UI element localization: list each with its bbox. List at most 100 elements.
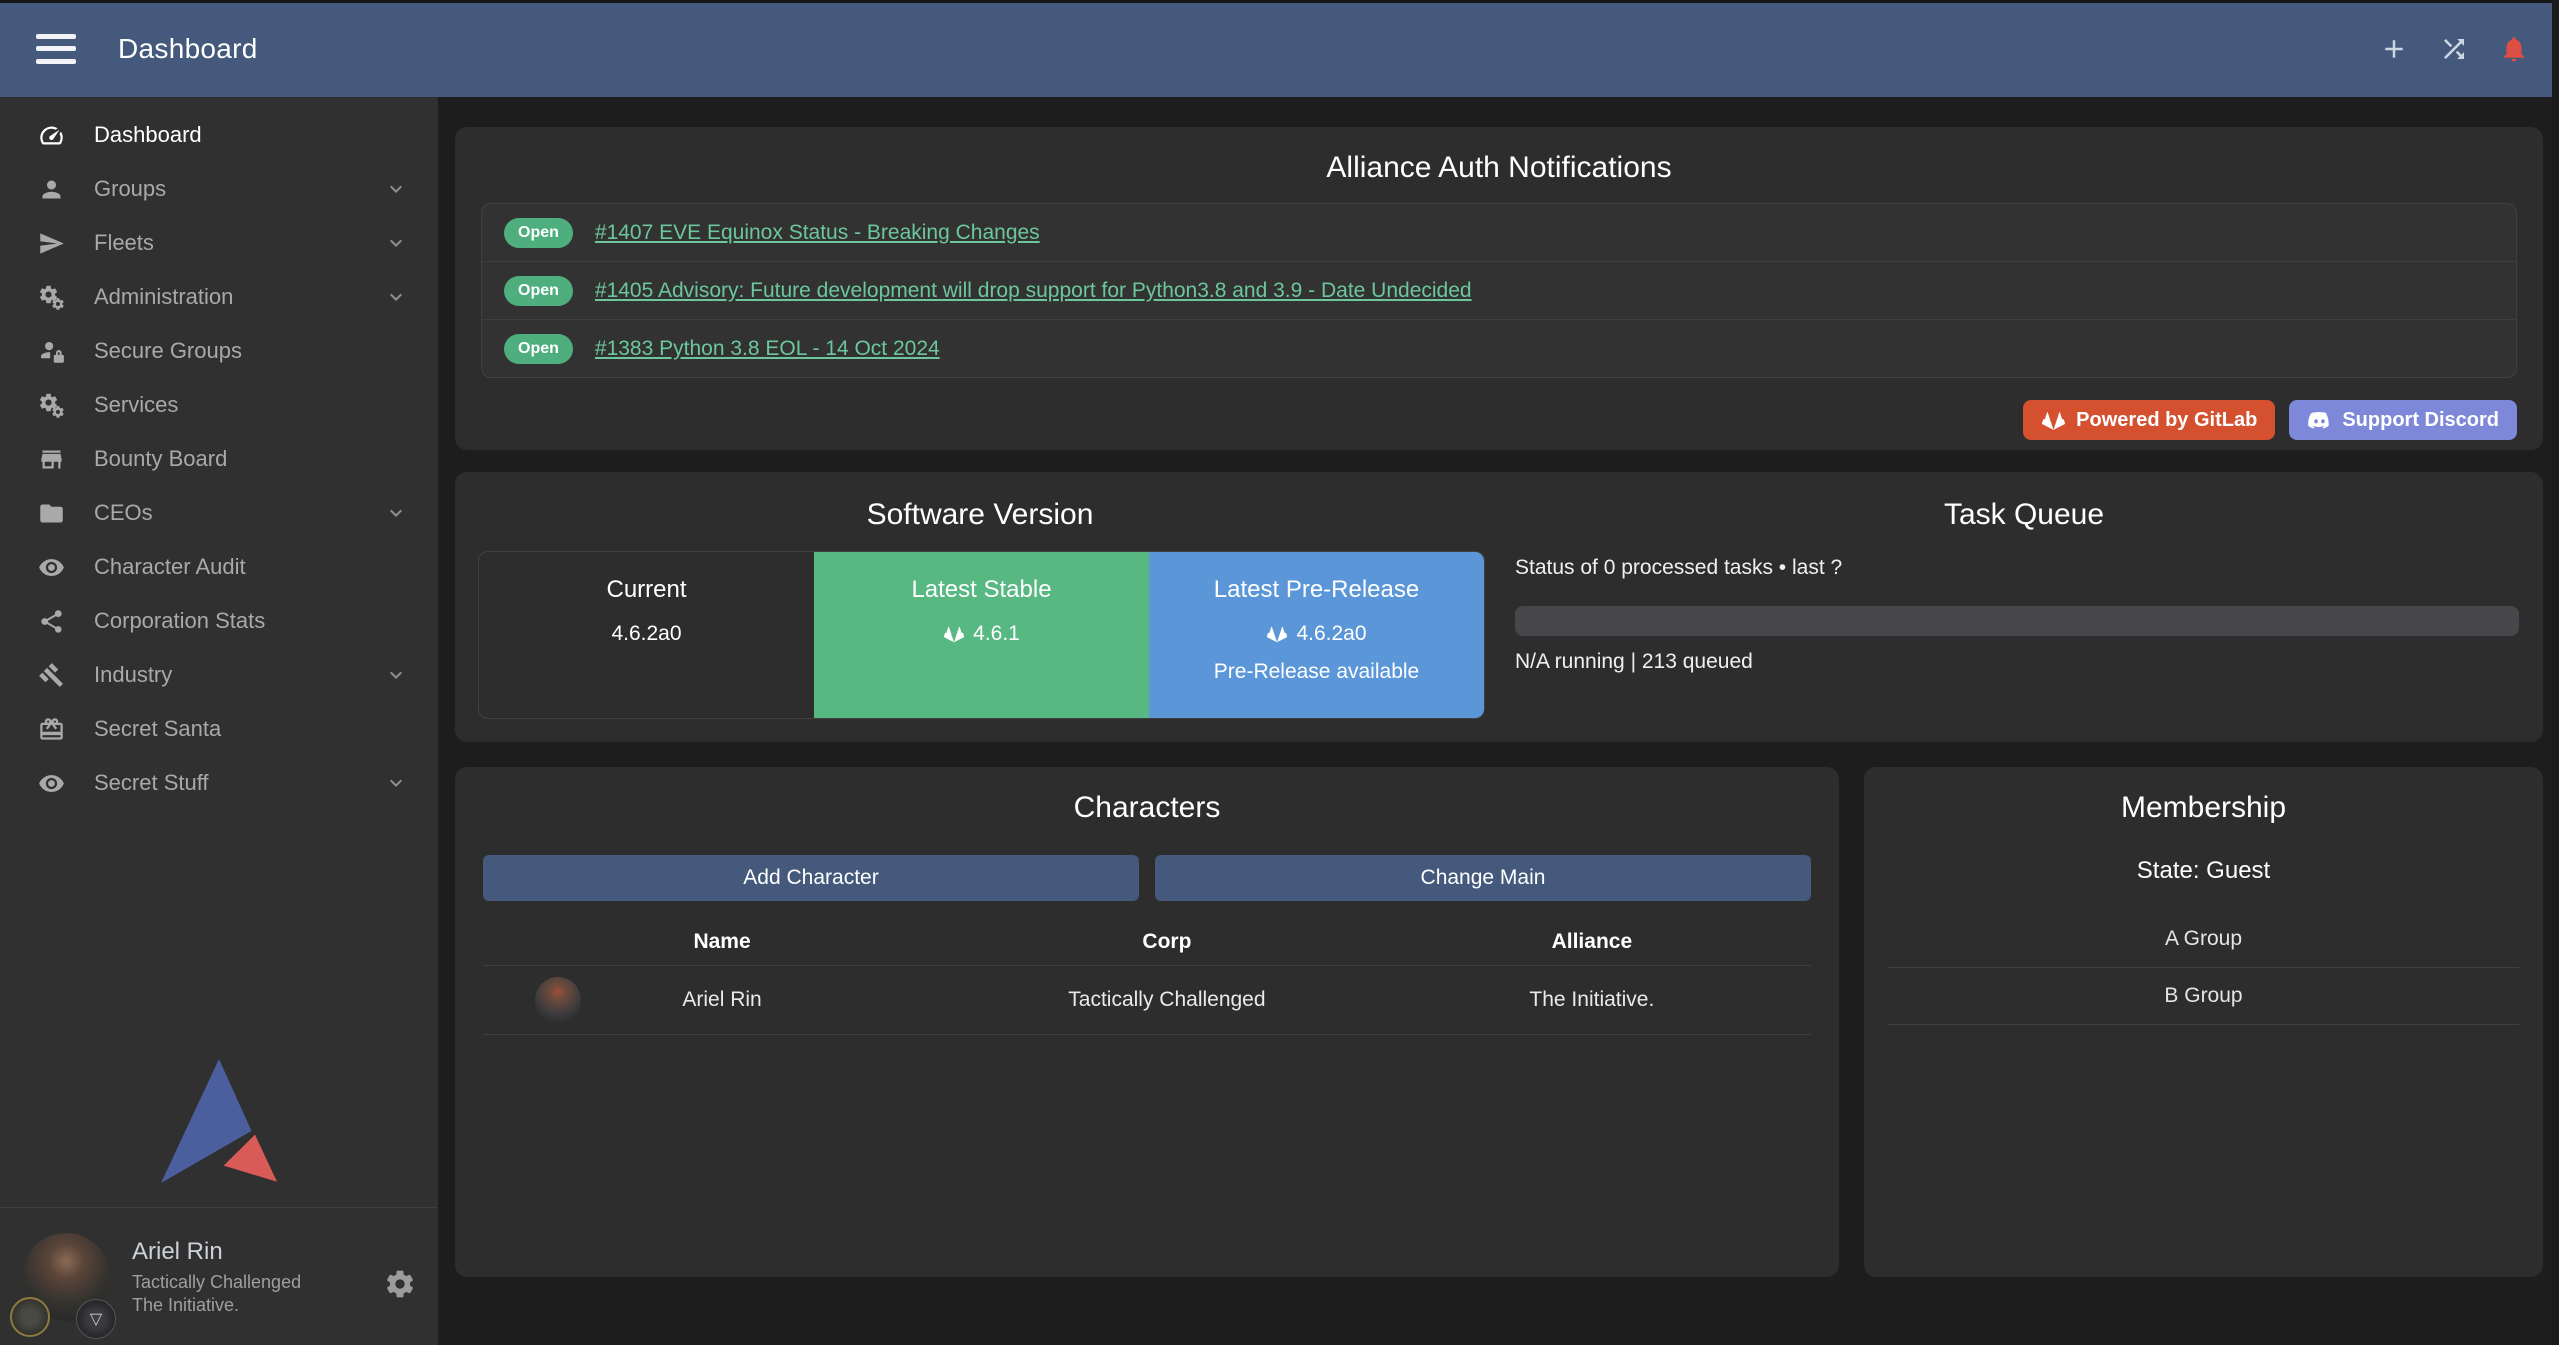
status-badge: Open [504, 276, 573, 306]
alliance-logo-badge: ▽ [76, 1299, 116, 1339]
sidebar-item-bounty-board[interactable]: Bounty Board [0, 432, 438, 486]
hammer-icon [34, 660, 68, 690]
shuffle-icon[interactable] [2437, 32, 2471, 66]
sidebar-item-label: Secret Santa [94, 716, 221, 742]
version-table: Current 4.6.2a0 Latest Stable 4.6.1 Late… [478, 551, 1485, 719]
sidebar-item-dashboard[interactable]: Dashboard [0, 108, 438, 162]
task-queue-status: Status of 0 processed tasks • last ? [1515, 556, 2519, 580]
cogs-icon [34, 390, 68, 420]
hamburger-menu-icon[interactable] [36, 34, 76, 64]
membership-state: State: Guest [1864, 857, 2543, 885]
scrollbar-track[interactable] [2552, 0, 2559, 1345]
characters-table: Name Corp Alliance Ariel Rin Tactically … [483, 919, 1811, 1035]
panel-title: Membership [1864, 767, 2543, 825]
sidebar-item-ceos[interactable]: CEOs [0, 486, 438, 540]
chevron-down-icon [384, 231, 408, 255]
sidebar-item-administration[interactable]: Administration [0, 270, 438, 324]
external-badges: Powered by GitLab Support Discord [2023, 400, 2517, 440]
list-item: Open #1383 Python 3.8 EOL - 14 Oct 2024 [482, 319, 2516, 377]
sidebar-item-secret-stuff[interactable]: Secret Stuff [0, 756, 438, 810]
change-main-button[interactable]: Change Main [1155, 855, 1811, 901]
sidebar-item-label: Industry [94, 662, 172, 688]
sidebar-item-secret-santa[interactable]: Secret Santa [0, 702, 438, 756]
sidebar: Dashboard Groups Fleets [0, 97, 438, 1345]
task-queue-title: Task Queue [1505, 498, 2543, 532]
sidebar-item-services[interactable]: Services [0, 378, 438, 432]
notification-link[interactable]: #1407 EVE Equinox Status - Breaking Chan… [595, 221, 1040, 245]
window-top-edge [0, 0, 2559, 3]
character-actions: Add Character Change Main [483, 855, 1811, 901]
sidebar-item-label: CEOs [94, 500, 153, 526]
alliance-auth-dashboard: Dashboard Dashboard [0, 0, 2559, 1345]
sidebar-item-label: Administration [94, 284, 233, 310]
user-corp: Tactically Challenged [132, 1271, 301, 1294]
folder-icon [34, 498, 68, 528]
sidebar-item-label: Bounty Board [94, 446, 227, 472]
user-avatar: ▽ [22, 1233, 110, 1321]
version-number: 4.6.2a0 [479, 622, 814, 646]
version-number[interactable]: 4.6.2a0 [1296, 622, 1366, 646]
alliance-auth-logo [0, 1059, 438, 1183]
character-row-portrait [535, 977, 581, 1023]
column-header-corp: Corp [961, 930, 1373, 954]
discord-badge[interactable]: Support Discord [2289, 400, 2517, 440]
bell-notification-icon[interactable] [2497, 32, 2531, 66]
version-cell-prerelease: Latest Pre-Release 4.6.2a0 Pre-Release a… [1149, 552, 1484, 718]
list-item: Open #1405 Advisory: Future development … [482, 261, 2516, 319]
sidebar-item-label: Dashboard [94, 122, 202, 148]
notification-link[interactable]: #1383 Python 3.8 EOL - 14 Oct 2024 [595, 337, 940, 361]
sidebar-item-secure-groups[interactable]: Secure Groups [0, 324, 438, 378]
chevron-down-icon [384, 771, 408, 795]
list-item-group: A Group [1888, 911, 2519, 968]
user-lock-icon [34, 336, 68, 366]
navbar-actions [2377, 32, 2531, 66]
characters-panel: Characters Add Character Change Main Nam… [455, 767, 1839, 1277]
plus-icon[interactable] [2377, 32, 2411, 66]
version-cell-label: Latest Stable [814, 576, 1149, 604]
notification-link[interactable]: #1405 Advisory: Future development will … [595, 279, 1472, 303]
sidebar-item-label: Services [94, 392, 178, 418]
user-icon [34, 174, 68, 204]
settings-gear-icon[interactable] [384, 1268, 416, 1300]
panel-title: Alliance Auth Notifications [455, 127, 2543, 185]
chevron-down-icon [384, 285, 408, 309]
cell-character-alliance: The Initiative. [1373, 988, 1811, 1012]
chevron-down-icon [384, 501, 408, 525]
version-cell-stable: Latest Stable 4.6.1 [814, 552, 1149, 718]
eye-icon [34, 552, 68, 582]
add-character-button[interactable]: Add Character [483, 855, 1139, 901]
task-queue-progress-bar [1515, 606, 2519, 636]
table-row: Ariel Rin Tactically Challenged The Init… [483, 965, 1811, 1035]
sidebar-item-label: Secret Stuff [94, 770, 209, 796]
software-version-title: Software Version [455, 498, 1505, 532]
gitlab-tanuki-icon [2041, 408, 2066, 433]
gitlab-badge[interactable]: Powered by GitLab [2023, 400, 2275, 440]
version-cell-label: Current [479, 576, 814, 604]
membership-groups-list: A Group B Group [1888, 911, 2519, 1025]
sidebar-item-corporation-stats[interactable]: Corporation Stats [0, 594, 438, 648]
sidebar-item-fleets[interactable]: Fleets [0, 216, 438, 270]
user-alliance: The Initiative. [132, 1294, 301, 1317]
sidebar-item-label: Groups [94, 176, 166, 202]
sidebar-item-groups[interactable]: Groups [0, 162, 438, 216]
gitlab-badge-label: Powered by GitLab [2076, 409, 2257, 432]
sidebar-menu: Dashboard Groups Fleets [0, 97, 438, 810]
notifications-list: Open #1407 EVE Equinox Status - Breaking… [481, 203, 2517, 378]
chevron-down-icon [384, 177, 408, 201]
sidebar-item-label: Character Audit [94, 554, 246, 580]
top-navbar: Dashboard [0, 0, 2559, 97]
list-item-group: B Group [1888, 968, 2519, 1025]
user-info: Ariel Rin Tactically Challenged The Init… [132, 1237, 301, 1316]
alliance-auth-notifications-panel: Alliance Auth Notifications Open #1407 E… [455, 127, 2543, 450]
panel-title: Characters [455, 767, 1839, 825]
gifts-icon [34, 714, 68, 744]
corp-logo-badge [10, 1297, 50, 1337]
column-header-name: Name [483, 930, 961, 954]
sidebar-item-industry[interactable]: Industry [0, 648, 438, 702]
share-icon [34, 606, 68, 636]
sidebar-item-character-audit[interactable]: Character Audit [0, 540, 438, 594]
version-number[interactable]: 4.6.1 [973, 622, 1020, 646]
user-name: Ariel Rin [132, 1237, 301, 1267]
tachometer-icon [34, 120, 68, 150]
column-header-alliance: Alliance [1373, 930, 1811, 954]
